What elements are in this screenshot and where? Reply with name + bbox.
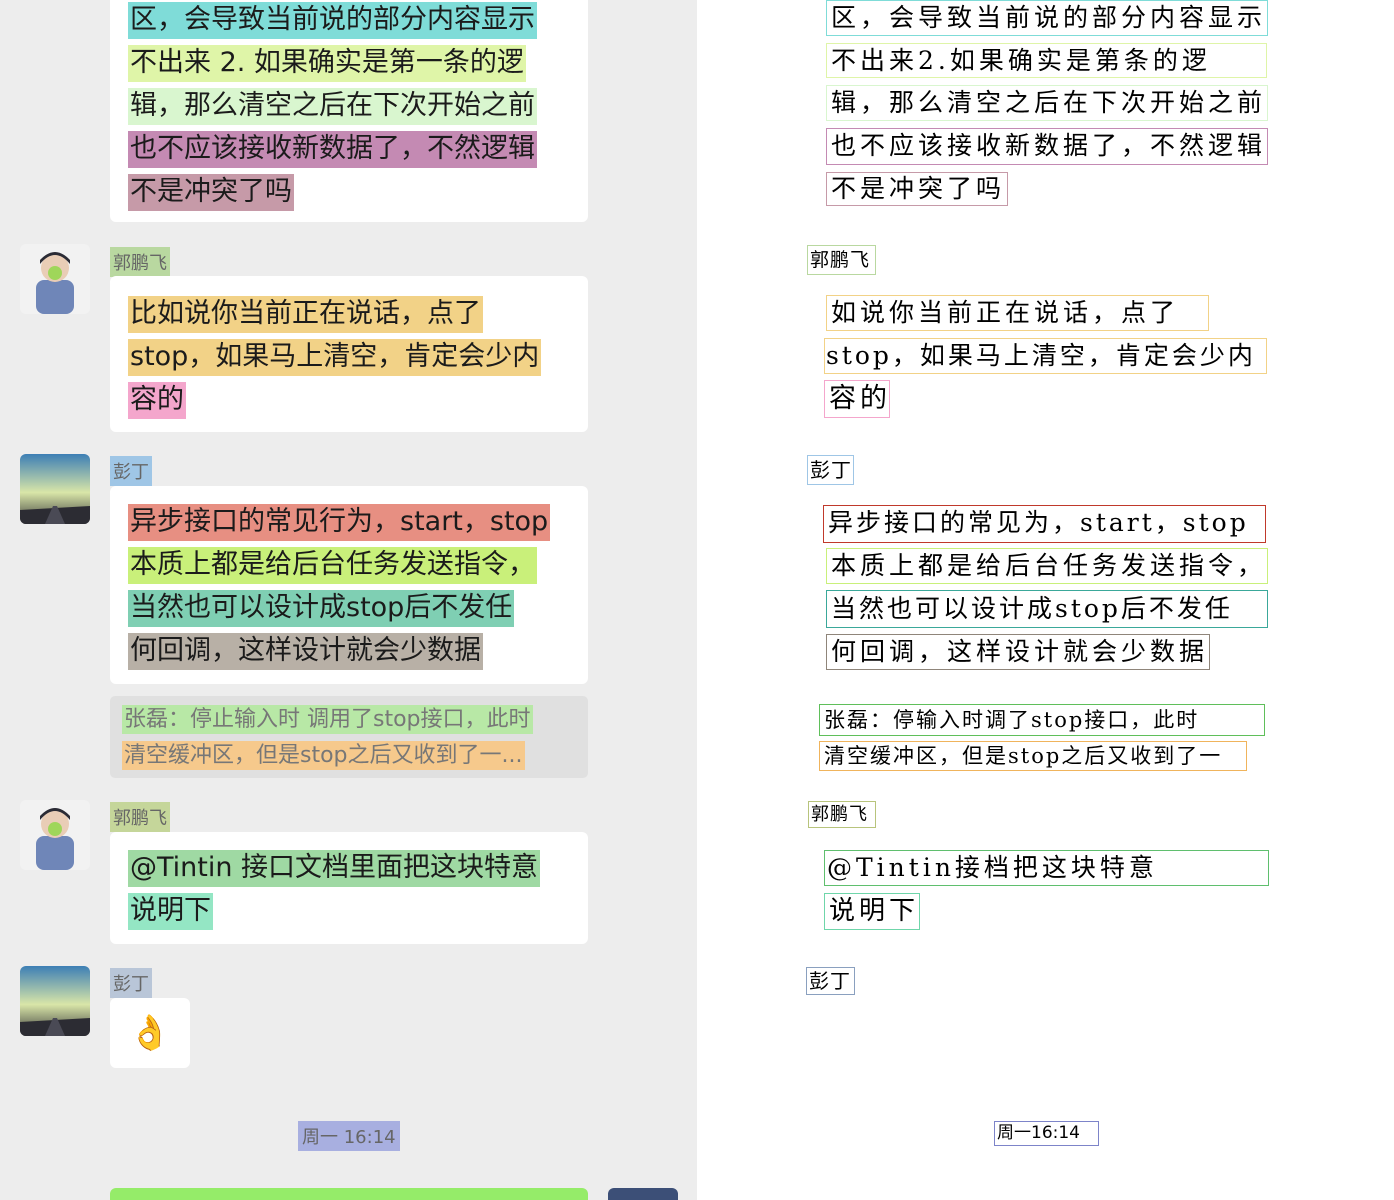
- ocr-box: 郭鹏飞: [807, 245, 876, 275]
- message-line: 不出来 2. 如果确实是第一条的逻: [128, 45, 526, 82]
- quote-line: 张磊：停止输入时 调用了stop接口，此时: [122, 705, 533, 734]
- ocr-box: 何回调，这样设计就会少数据: [826, 634, 1210, 670]
- message-line: 说明下: [128, 893, 213, 930]
- avatar[interactable]: [20, 454, 90, 524]
- message-line: 容的: [128, 382, 186, 419]
- message-bubble[interactable]: @Tintin 接口文档里面把这块特意 说明下: [110, 832, 588, 944]
- ocr-box: 容的: [824, 380, 890, 418]
- ocr-box: 不是冲突了吗: [826, 172, 1008, 206]
- ocr-box: 也不应该接收新数据了，不然逻辑: [826, 128, 1268, 165]
- ocr-box: 区，会导致当前说的部分内容显示: [826, 0, 1268, 36]
- ocr-box: 当然也可以设计成stop后不发任: [826, 590, 1268, 628]
- timestamp: 周一 16:14: [298, 1121, 400, 1151]
- message-bubble[interactable]: 比如说你当前正在说话，点了 stop，如果马上清空，肯定会少内 容的: [110, 276, 588, 432]
- message-line: 何回调，这样设计就会少数据: [128, 633, 483, 670]
- avatar[interactable]: [608, 1188, 678, 1200]
- ocr-box: 说明下: [824, 893, 920, 930]
- ocr-box: 异步接口的常见为，start，stop: [823, 505, 1266, 543]
- message-line: 不是冲突了吗: [128, 174, 294, 211]
- ocr-box: 辑，那么清空之后在下次开始之前: [826, 85, 1268, 121]
- ocr-box: 彭丁: [806, 967, 855, 995]
- ok-hand-emoji: 👌: [128, 1013, 172, 1053]
- ocr-pane: 区，会导致当前说的部分内容显示 不出来2.如果确实是第条的逻 辑，那么清空之后在…: [697, 0, 1394, 1200]
- ocr-box: 郭鹏飞: [808, 801, 876, 828]
- ocr-box: stop，如果马上清空，肯定会少内: [824, 338, 1267, 374]
- sender-name: 彭丁: [110, 456, 152, 486]
- message-line: stop，如果马上清空，肯定会少内: [128, 339, 542, 376]
- message-line: 辑，那么清空之后在下次开始之前: [128, 88, 537, 125]
- ocr-box: 周一16:14: [994, 1121, 1099, 1146]
- avatar[interactable]: [20, 800, 90, 870]
- message-line: 本质上都是给后台任务发送指令，: [128, 547, 537, 584]
- ocr-box: 不出来2.如果确实是第条的逻: [826, 43, 1267, 78]
- message-bubble[interactable]: 异步接口的常见行为，start，stop 本质上都是给后台任务发送指令， 当然也…: [110, 486, 588, 684]
- message-line: @Tintin 接口文档里面把这块特意: [128, 850, 541, 887]
- message-bubble[interactable]: 区，会导致当前说的部分内容显示 不出来 2. 如果确实是第一条的逻 辑，那么清空…: [110, 0, 588, 222]
- quote-line: 清空缓冲区，但是stop之后又收到了一...: [122, 741, 525, 770]
- quoted-message[interactable]: 张磊：停止输入时 调用了stop接口，此时 清空缓冲区，但是stop之后又收到了…: [110, 696, 588, 778]
- sender-name: 郭鹏飞: [110, 802, 170, 832]
- chat-pane: 区，会导致当前说的部分内容显示 不出来 2. 如果确实是第一条的逻 辑，那么清空…: [0, 0, 697, 1200]
- avatar[interactable]: [20, 244, 90, 314]
- message-line: 当然也可以设计成stop后不发任: [128, 590, 515, 627]
- avatar[interactable]: [20, 966, 90, 1036]
- message-line: 异步接口的常见行为，start，stop: [128, 504, 551, 541]
- outgoing-bubble[interactable]: [110, 1188, 588, 1200]
- sender-name: 彭丁: [110, 968, 152, 998]
- ocr-box: 清空缓冲区，但是stop之后又收到了一: [819, 741, 1247, 771]
- message-line: 区，会导致当前说的部分内容显示: [128, 2, 537, 39]
- message-line: 比如说你当前正在说话，点了: [128, 296, 483, 333]
- ocr-box: 如说你当前正在说话，点了: [826, 295, 1209, 331]
- message-line: 也不应该接收新数据了，不然逻辑: [128, 131, 537, 168]
- ocr-box: 本质上都是给后台任务发送指令，: [826, 548, 1268, 584]
- message-bubble[interactable]: 👌: [110, 998, 190, 1068]
- ocr-box: 彭丁: [807, 455, 854, 485]
- ocr-box: @Tintin接档把这块特意: [824, 850, 1269, 886]
- ocr-box: 张磊：停输入时调了stop接口，此时: [819, 704, 1265, 736]
- sender-name: 郭鹏飞: [110, 247, 170, 277]
